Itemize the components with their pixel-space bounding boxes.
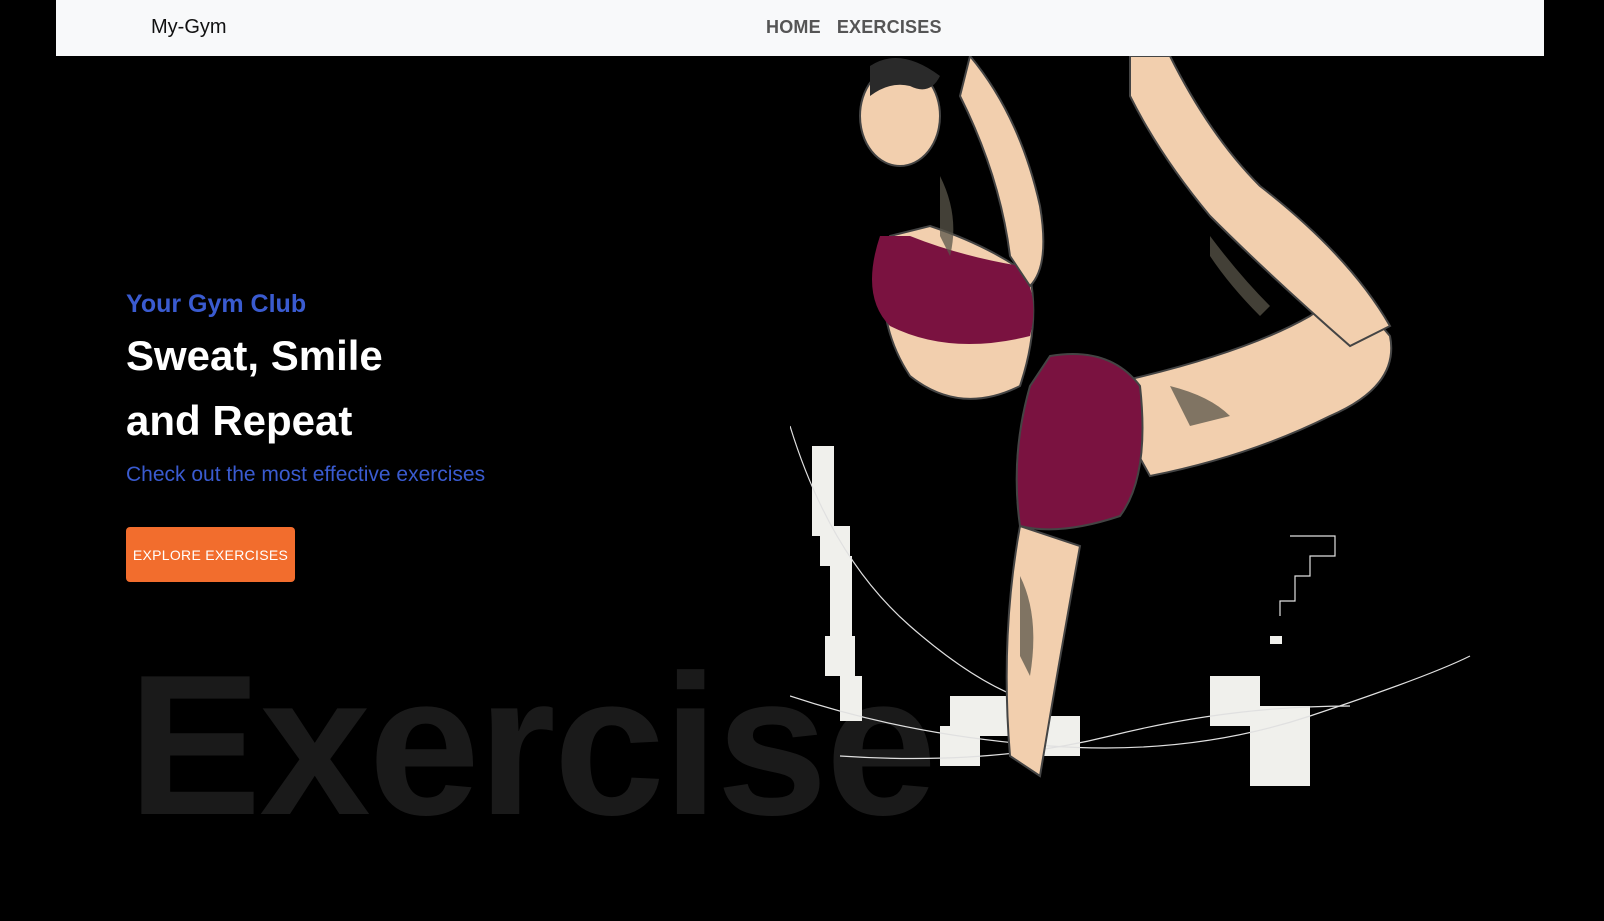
nav-link-home[interactable]: HOME xyxy=(766,17,821,38)
hero-headline-line2: and Repeat xyxy=(126,397,353,444)
hero-headline-line1: Sweat, Smile xyxy=(126,332,383,379)
figure-shorts xyxy=(1015,353,1144,531)
hero-subtext: Check out the most effective exercises xyxy=(126,463,486,486)
navbar: My-Gym HOME EXERCISES xyxy=(56,0,1544,56)
hero-text: Your Gym Club Sweat, Smile and Repeat Ch… xyxy=(126,290,686,487)
nav-links: HOME EXERCISES xyxy=(766,17,942,38)
hero-eyebrow: Your Gym Club xyxy=(126,290,307,318)
hero-banner-illustration xyxy=(790,56,1471,786)
explore-exercises-button[interactable]: EXPLORE EXERCISES xyxy=(126,527,295,582)
nav-link-exercises[interactable]: EXERCISES xyxy=(837,17,942,38)
brand-logo[interactable]: My-Gym xyxy=(151,16,227,39)
page: My-Gym HOME EXERCISES Exercise Your Gym … xyxy=(0,0,1604,921)
